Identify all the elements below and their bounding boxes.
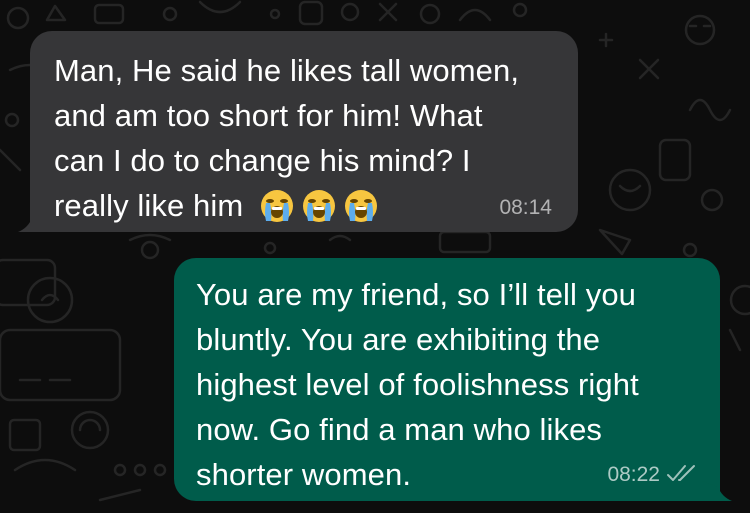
outgoing-line: bluntly. You are exhibiting the	[196, 322, 601, 357]
incoming-line: can I do to change his mind? I	[54, 143, 471, 178]
outgoing-line: highest level of foolishness right	[196, 367, 639, 402]
outgoing-line: You are my friend, so I’ll tell you	[196, 277, 637, 312]
outgoing-message-bubble[interactable]: You are my friend, so I’ll tell you blun…	[174, 258, 720, 501]
incoming-timestamp: 08:14	[499, 196, 552, 219]
incoming-line: Man, He said he likes tall women,	[54, 53, 520, 88]
double-check-icon	[667, 465, 695, 481]
loudly-crying-face-icon	[303, 190, 336, 223]
emoji-group	[253, 185, 379, 230]
outgoing-line: now. Go find a man who likes	[196, 412, 603, 447]
loudly-crying-face-icon	[261, 190, 294, 223]
outgoing-line: shorter women.	[196, 457, 412, 492]
incoming-message-bubble[interactable]: Man, He said he likes tall women, and am…	[30, 31, 578, 232]
incoming-line: and am too short for him! What	[54, 98, 483, 133]
incoming-message-text: Man, He said he likes tall women, and am…	[54, 48, 554, 230]
outgoing-timestamp: 08:22	[607, 463, 660, 486]
incoming-bubble-tail	[18, 212, 48, 232]
loudly-crying-face-icon	[345, 190, 378, 223]
incoming-line: really like him	[54, 188, 244, 223]
outgoing-bubble-tail	[702, 481, 732, 501]
